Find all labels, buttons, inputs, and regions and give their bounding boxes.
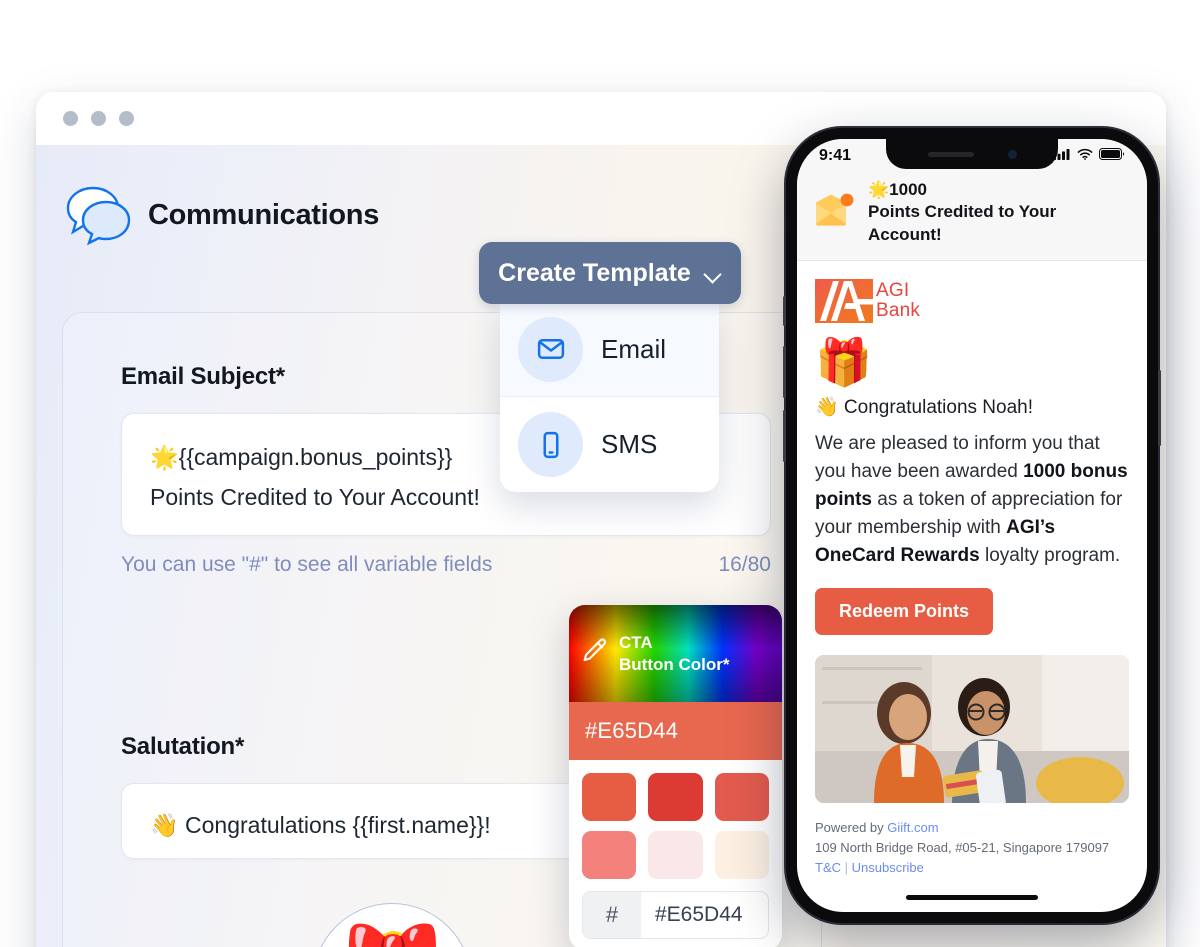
dropdown-item-sms[interactable]: SMS xyxy=(500,397,719,492)
phone-mockup: 9:41 🌟1000 Points Credited to Your Accou… xyxy=(783,128,1161,923)
agi-logo-line1: AGI xyxy=(876,280,910,302)
email-body-paragraph: We are pleased to inform you that you ha… xyxy=(815,430,1129,570)
phone-volume-up-button xyxy=(783,346,786,398)
push-notification[interactable]: 🌟1000 Points Credited to Your Account! xyxy=(797,173,1147,262)
current-color-bar: #E65D44 xyxy=(569,702,782,760)
email-preview-body: AGI Bank 🎁 👋 Congratulations Noah! We ar… xyxy=(797,261,1147,878)
front-camera-icon xyxy=(1007,149,1017,159)
color-swatch[interactable] xyxy=(582,773,637,821)
email-gift-emoji: 🎁 xyxy=(815,336,873,389)
page-title: Communications xyxy=(148,198,380,231)
agi-logo-text: AGI Bank xyxy=(876,281,920,321)
earpiece-speaker xyxy=(927,151,974,157)
variable-fields-hint: You can use "#" to see all variable fiel… xyxy=(121,553,493,576)
envelope-badge-icon xyxy=(813,193,855,233)
email-greeting: 👋 Congratulations Noah! xyxy=(815,397,1033,419)
chat-bubbles-icon xyxy=(62,182,132,248)
unsubscribe-link[interactable]: Unsubscribe xyxy=(852,860,924,875)
email-hero-image xyxy=(815,654,1129,803)
status-bar-indicators xyxy=(1053,147,1125,165)
powered-by-prefix: Powered by xyxy=(815,819,888,835)
window-close-dot[interactable] xyxy=(63,111,78,126)
mobile-phone-icon xyxy=(518,412,583,477)
dropdown-item-email-label: Email xyxy=(601,333,667,364)
email-footer: Powered by Giift.com 109 North Bridge Ro… xyxy=(815,818,1129,878)
create-template-dropdown: Email SMS xyxy=(500,302,719,492)
notification-line1: 🌟1000 xyxy=(868,180,927,199)
color-picker-title-line2: Button Color* xyxy=(619,654,730,674)
hex-input-group[interactable]: # #E65D44 xyxy=(582,891,769,939)
color-picker-title-line1: CTA xyxy=(619,633,653,653)
color-picker-title: CTA Button Color* xyxy=(619,632,729,675)
phone-mute-switch xyxy=(783,296,786,326)
phone-notch xyxy=(886,139,1058,169)
screenshot-root: Communications Email Subject* 🌟{{campaig… xyxy=(0,0,1200,947)
dropdown-item-email[interactable]: Email xyxy=(500,302,719,397)
hex-value-input[interactable]: #E65D44 xyxy=(641,892,768,938)
hex-symbol-prefix: # xyxy=(583,892,641,938)
pencil-icon xyxy=(579,636,609,671)
create-template-label: Create Template xyxy=(498,258,691,287)
gift-emoji: 🎁 xyxy=(325,929,459,947)
window-maximize-dot[interactable] xyxy=(119,111,134,126)
color-swatch[interactable] xyxy=(648,773,703,821)
wifi-icon xyxy=(1077,147,1093,165)
phone-screen: 9:41 🌟1000 Points Credited to Your Accou… xyxy=(797,139,1147,912)
color-spectrum-gradient[interactable]: CTA Button Color* xyxy=(569,605,782,702)
phone-power-button xyxy=(1158,370,1161,446)
footer-address: 109 North Bridge Road, #05-21, Singapore… xyxy=(815,840,1110,856)
phone-volume-down-button xyxy=(783,410,786,462)
color-swatch-grid xyxy=(569,760,782,885)
agi-bank-logo: AGI Bank xyxy=(815,279,1129,324)
notification-text: 🌟1000 Points Credited to Your Account! xyxy=(868,179,1131,246)
status-bar-time: 9:41 xyxy=(819,147,852,164)
title-image-preview[interactable]: 🎁 xyxy=(311,903,472,947)
email-subject-counter: 16/80 xyxy=(718,553,771,576)
color-swatch[interactable] xyxy=(714,831,769,879)
footer-link-separator: | xyxy=(841,860,852,876)
chevron-down-icon xyxy=(705,268,722,278)
cta-color-picker-panel: CTA Button Color* #E65D44 # #E65D44 xyxy=(569,605,782,947)
terms-link[interactable]: T&C xyxy=(815,860,841,875)
redeem-points-button[interactable]: Redeem Points xyxy=(815,587,994,635)
create-template-button[interactable]: Create Template xyxy=(479,242,741,304)
agi-logo-mark xyxy=(815,279,873,324)
notification-line2: Points Credited to Your Account! xyxy=(868,202,1057,244)
giift-link[interactable]: Giift.com xyxy=(887,820,938,835)
battery-icon xyxy=(1099,147,1125,165)
email-subject-hint-row: You can use "#" to see all variable fiel… xyxy=(121,553,771,577)
home-indicator xyxy=(906,895,1038,900)
footer-links-row: T&C | Unsubscribe xyxy=(815,858,1129,878)
window-minimize-dot[interactable] xyxy=(91,111,106,126)
color-swatch[interactable] xyxy=(582,831,637,879)
email-body-segment: loyalty program. xyxy=(979,545,1121,566)
color-swatch[interactable] xyxy=(648,831,703,879)
dropdown-item-sms-label: SMS xyxy=(601,429,658,459)
powered-by-row: Powered by Giift.com xyxy=(815,818,1129,838)
color-swatch[interactable] xyxy=(714,773,769,821)
agi-logo-line2: Bank xyxy=(876,300,921,322)
envelope-icon xyxy=(518,316,583,382)
